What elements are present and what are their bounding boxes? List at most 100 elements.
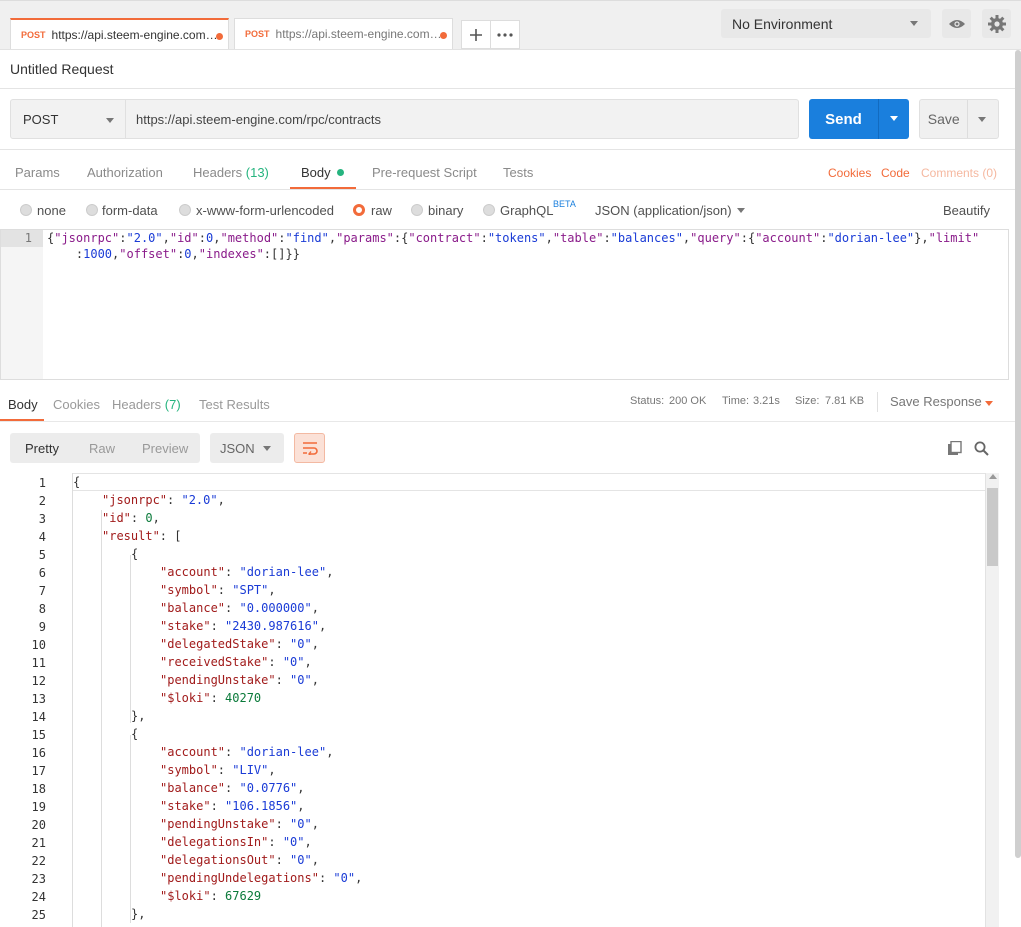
code-token: "dorian-lee" bbox=[239, 565, 327, 579]
response-tab-test-results[interactable]: Test Results bbox=[199, 397, 270, 412]
code-token: : bbox=[210, 619, 226, 633]
request-title[interactable]: Untitled Request bbox=[10, 61, 114, 77]
more-icon bbox=[497, 32, 513, 37]
code-line: "delegationsOut": "0", bbox=[160, 851, 319, 869]
comments-link[interactable]: Comments (0) bbox=[921, 166, 997, 180]
code-token: "0" bbox=[290, 637, 312, 651]
code-token: { bbox=[73, 475, 81, 489]
code-token: "0" bbox=[290, 817, 312, 831]
code-token: : bbox=[480, 231, 488, 245]
save-response-button[interactable]: Save Response bbox=[890, 394, 982, 409]
code-token: "pendingUndelegations" bbox=[160, 871, 319, 885]
search-button[interactable] bbox=[974, 441, 989, 459]
code-token: 0 bbox=[184, 247, 192, 261]
response-tab-body[interactable]: Body bbox=[8, 397, 38, 412]
time-value[interactable]: 3.21s bbox=[753, 395, 780, 407]
radio-raw-label[interactable]: raw bbox=[371, 203, 392, 218]
http-method-select[interactable]: POST bbox=[10, 99, 126, 139]
response-tab-headers-label: Headers bbox=[112, 397, 162, 412]
environment-quick-look-button[interactable] bbox=[942, 9, 971, 38]
size-value[interactable]: 7.81 KB bbox=[825, 395, 864, 407]
beautify-link[interactable]: Beautify bbox=[943, 203, 990, 218]
code-line: "account": "dorian-lee", bbox=[160, 743, 333, 761]
line-number: 19 bbox=[31, 800, 46, 814]
code-token: , bbox=[318, 619, 327, 633]
radio-none-label[interactable]: none bbox=[37, 203, 66, 218]
content-type-select[interactable]: JSON (application/json) bbox=[595, 203, 732, 218]
code-token: "symbol" bbox=[160, 763, 218, 777]
radio-form-data-label[interactable]: form-data bbox=[102, 203, 158, 218]
response-scrollbar-thumb[interactable] bbox=[987, 488, 998, 566]
request-body-editor[interactable]: 1 {"jsonrpc":"2.0","id":0,"method":"find… bbox=[0, 229, 1009, 380]
send-options-button[interactable] bbox=[879, 99, 909, 139]
code-token: }, bbox=[131, 709, 146, 723]
code-token: : bbox=[217, 763, 233, 777]
divider bbox=[0, 149, 1017, 150]
code-token: "2430.987616" bbox=[225, 619, 319, 633]
tab-body[interactable]: Body bbox=[301, 165, 345, 180]
code-token: "symbol" bbox=[160, 583, 218, 597]
radio-binary-label[interactable]: binary bbox=[428, 203, 463, 218]
line-number: 17 bbox=[31, 764, 46, 778]
response-format-value: JSON bbox=[220, 440, 255, 456]
url-input[interactable]: https://api.steem-engine.com/rpc/contrac… bbox=[126, 99, 799, 139]
send-button[interactable]: Send bbox=[809, 99, 909, 139]
view-raw[interactable]: Raw bbox=[89, 441, 115, 456]
code-token: 67629 bbox=[225, 889, 262, 903]
editor-line: {"jsonrpc":"2.0","id":0,"method":"find",… bbox=[47, 230, 979, 246]
tab-url: https://api.steem-engine.com/rpc/contrac… bbox=[275, 27, 444, 41]
response-tab-cookies[interactable]: Cookies bbox=[53, 397, 100, 412]
scroll-up-icon[interactable] bbox=[989, 474, 997, 479]
radio-urlencoded-label[interactable]: x-www-form-urlencoded bbox=[196, 203, 334, 218]
tab-tests[interactable]: Tests bbox=[503, 165, 533, 180]
new-tab-button[interactable] bbox=[461, 20, 491, 49]
copy-button[interactable] bbox=[947, 440, 962, 459]
response-format-select[interactable]: JSON bbox=[210, 433, 284, 463]
caret-down-icon bbox=[890, 116, 898, 121]
radio-raw[interactable] bbox=[353, 204, 365, 216]
tab-options-button[interactable] bbox=[490, 20, 520, 49]
radio-graphql[interactable] bbox=[483, 204, 495, 216]
radio-binary[interactable] bbox=[411, 204, 423, 216]
request-tab-1[interactable]: POST https://api.steem-engine.com/rpc/co… bbox=[10, 18, 229, 49]
response-tab-headers[interactable]: Headers (7) bbox=[112, 397, 181, 412]
environment-select[interactable]: No Environment bbox=[721, 9, 931, 38]
tab-authorization[interactable]: Authorization bbox=[87, 165, 163, 180]
code-token: "result" bbox=[102, 529, 160, 543]
code-link[interactable]: Code bbox=[881, 166, 910, 180]
code-token: "106.1856" bbox=[225, 799, 298, 813]
tab-params[interactable]: Params bbox=[15, 165, 60, 180]
code-token: , bbox=[297, 799, 305, 813]
tab-headers[interactable]: Headers (13) bbox=[193, 165, 269, 180]
manage-environments-button[interactable] bbox=[982, 9, 1011, 38]
code-token: , bbox=[304, 655, 312, 669]
code-token: , bbox=[162, 231, 170, 245]
code-token: : bbox=[198, 231, 206, 245]
code-line: "delegationsIn": "0", bbox=[160, 833, 312, 851]
request-tab-2[interactable]: POST https://api.steem-engine.com/rpc/co… bbox=[234, 18, 453, 49]
view-pretty[interactable]: Pretty bbox=[25, 441, 59, 456]
window-scrollbar[interactable] bbox=[1015, 50, 1021, 858]
code-token: "params" bbox=[336, 231, 394, 245]
eye-icon bbox=[948, 19, 965, 28]
code-token: "dorian-lee" bbox=[239, 745, 327, 759]
view-preview[interactable]: Preview bbox=[142, 441, 188, 456]
radio-form-data[interactable] bbox=[86, 204, 98, 216]
radio-none[interactable] bbox=[20, 204, 32, 216]
wrap-lines-button[interactable] bbox=[294, 433, 325, 463]
status-value[interactable]: 200 OK bbox=[669, 395, 706, 407]
code-token: , bbox=[311, 637, 319, 651]
radio-graphql-label[interactable]: GraphQL bbox=[500, 203, 553, 218]
line-number: 1 bbox=[38, 476, 46, 490]
tab-prerequest-script[interactable]: Pre-request Script bbox=[372, 165, 477, 180]
response-body-viewer[interactable]: {"jsonrpc": "2.0", "id": 0, "result": [{"a… bbox=[72, 473, 986, 927]
code-token: : bbox=[130, 511, 146, 525]
cookies-link[interactable]: Cookies bbox=[828, 166, 871, 180]
save-options-button[interactable] bbox=[968, 100, 998, 138]
code-token: "tokens" bbox=[487, 231, 546, 245]
code-token: 0 bbox=[145, 511, 153, 525]
gear-icon bbox=[987, 14, 1006, 33]
radio-urlencoded[interactable] bbox=[179, 204, 191, 216]
code-line: }, bbox=[131, 905, 145, 923]
save-button[interactable]: Save bbox=[919, 99, 999, 139]
